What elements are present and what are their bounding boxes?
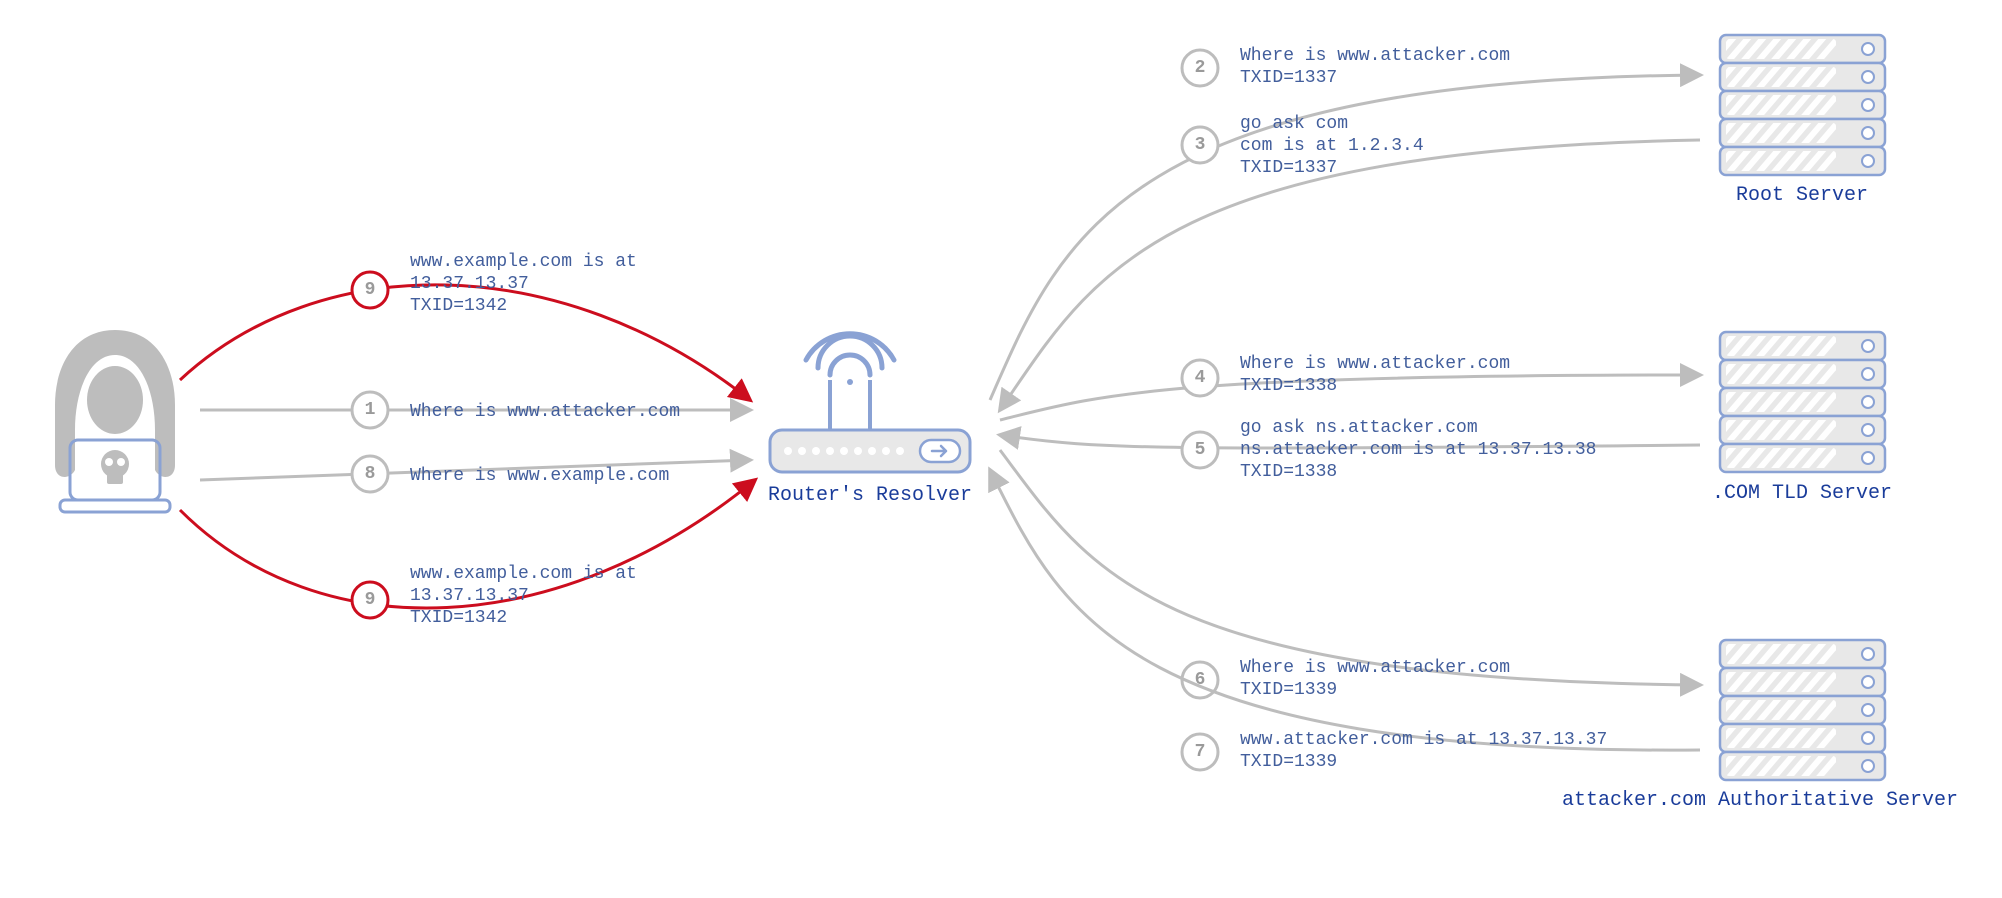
root-server-label: Root Server <box>1736 184 1868 207</box>
arrow-step-6 <box>1000 450 1700 685</box>
svg-text:8: 8 <box>365 464 376 484</box>
root-server-icon <box>1710 30 1885 177</box>
arrow-step-4 <box>1000 375 1700 420</box>
svg-text:4: 4 <box>1195 368 1206 388</box>
step-5-text: go ask ns.attacker.com ns.attacker.com i… <box>1240 418 1607 482</box>
step-9-bottom-text: www.example.com is at 13.37.13.37 TXID=1… <box>410 564 648 628</box>
svg-text:9: 9 <box>365 280 376 300</box>
resolver-label: Router's Resolver <box>768 484 972 507</box>
arrow-step-7 <box>990 470 1700 750</box>
svg-text:9: 9 <box>365 590 376 610</box>
router-icon <box>770 334 970 472</box>
step-8-text: Where is www.example.com <box>410 466 669 486</box>
tld-server-icon <box>1710 327 1885 474</box>
svg-text:3: 3 <box>1195 135 1206 155</box>
auth-server-label: attacker.com Authoritative Server <box>1562 789 1958 812</box>
tld-server-label: .COM TLD Server <box>1712 482 1892 505</box>
step-6-text: Where is www.attacker.com TXID=1339 <box>1240 658 1521 700</box>
auth-server-icon <box>1710 635 1885 782</box>
svg-text:7: 7 <box>1195 742 1206 762</box>
svg-text:5: 5 <box>1195 440 1206 460</box>
step-3-text: go ask com com is at 1.2.3.4 TXID=1337 <box>1240 114 1434 178</box>
step-9-top-text: www.example.com is at 13.37.13.37 TXID=1… <box>410 252 648 316</box>
step-2-text: Where is www.attacker.com TXID=1337 <box>1240 46 1521 88</box>
step-4-text: Where is www.attacker.com TXID=1338 <box>1240 354 1521 396</box>
svg-text:2: 2 <box>1195 58 1206 78</box>
step-1-text: Where is www.attacker.com <box>410 402 680 422</box>
attacker-icon <box>55 330 175 512</box>
svg-text:1: 1 <box>365 400 376 420</box>
step-7-text: www.attacker.com is at 13.37.13.37 TXID=… <box>1240 730 1618 772</box>
dns-poisoning-diagram: Router's Resolver Root Server .COM TLD S… <box>0 0 2002 898</box>
